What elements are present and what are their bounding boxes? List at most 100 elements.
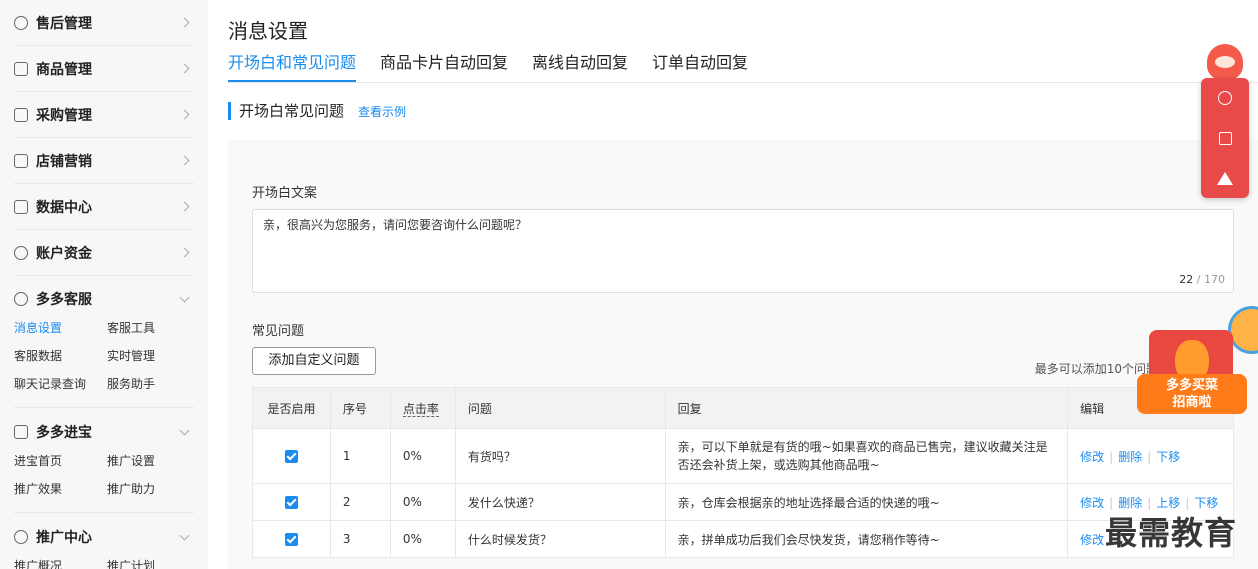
row-reply: 亲，拼单成功后我们会尽快发货，请您稍作等待~: [664, 520, 1069, 558]
sidebar-item-data-center[interactable]: 数据中心: [14, 184, 194, 230]
edit-link[interactable]: 修改: [1080, 450, 1104, 464]
row-index: 2: [329, 483, 391, 521]
divider: [14, 512, 194, 513]
submenu-message-settings[interactable]: 消息设置: [14, 319, 107, 337]
tab-product-card-reply[interactable]: 商品卡片自动回复: [380, 52, 508, 82]
row-rate: 0%: [389, 483, 456, 521]
edit-link[interactable]: 修改: [1080, 533, 1104, 547]
chat-button[interactable]: [1201, 78, 1249, 118]
watermark: 最需教育: [1105, 514, 1238, 552]
row-reply: 亲，可以下单就是有货的哦~如果喜欢的商品已售完，建议收藏关注是否还会补货上架，或…: [664, 428, 1069, 484]
promo-text-1: 多多买菜: [1165, 378, 1218, 393]
enable-checkbox[interactable]: [284, 450, 298, 463]
chevron-right-icon: [179, 63, 190, 74]
bag-icon: [14, 61, 28, 76]
tab-opening-faq[interactable]: 开场白和常见问题: [228, 52, 357, 82]
row-index: 3: [329, 520, 391, 558]
table-row: 3 0% 什么时候发货？ 亲，拼单成功后我们会尽快发货，请您稍作等待~ 修改: [252, 520, 1234, 558]
submenu-realtime[interactable]: 实时管理: [107, 347, 194, 365]
table-row: 2 0% 发什么快递？ 亲，仓库会根据亲的地址选择最合适的快递的哦~ 修改 | 删除…: [252, 483, 1234, 521]
shield-icon: [14, 15, 28, 30]
table-row: 1 0% 有货吗？ 亲，可以下单就是有货的哦~如果喜欢的商品已售完，建议收藏关注…: [252, 428, 1234, 484]
chevron-right-icon: [179, 247, 190, 258]
submenu-chat-history[interactable]: 聊天记录查询: [14, 375, 107, 393]
sidebar-item-marketing[interactable]: 店铺营销: [14, 138, 194, 184]
promo-text-2: 招商啦: [1172, 395, 1212, 410]
move-down-link[interactable]: 下移: [1156, 450, 1180, 464]
promotion-submenu: 推广概况 推广计划: [14, 557, 194, 569]
submenu-promo-overview[interactable]: 推广概况: [14, 557, 107, 569]
row-rate: 0%: [389, 428, 456, 484]
header-question: 问题: [454, 387, 666, 429]
sidebar-item-label: 售后管理: [36, 15, 92, 32]
view-example-link[interactable]: 查看示例: [358, 103, 406, 120]
sidebar-item-customer-service[interactable]: 多多客服: [14, 276, 194, 322]
store-icon: [14, 153, 28, 168]
add-custom-question-button[interactable]: 添加自定义问题: [252, 347, 376, 375]
page-title: 消息设置: [228, 19, 308, 43]
chevron-right-icon: [179, 17, 190, 28]
tab-order-reply[interactable]: 订单自动回复: [652, 52, 748, 82]
tab-offline-reply[interactable]: 离线自动回复: [532, 52, 628, 82]
header-click-rate: 点击率: [389, 387, 456, 429]
row-question: 有货吗？: [454, 428, 666, 484]
sidebar-item-purchasing[interactable]: 采购管理: [14, 92, 194, 138]
chevron-down-icon: [179, 530, 190, 540]
header-enabled: 是否启用: [252, 387, 331, 429]
sidebar-item-label: 多多进宝: [36, 425, 92, 441]
sidebar-item-promotion-center[interactable]: 推广中心: [14, 514, 194, 560]
mascot-icon[interactable]: [1207, 44, 1243, 80]
report-button[interactable]: [1201, 158, 1249, 198]
row-question: 发什么快递？: [454, 483, 666, 521]
row-actions: 修改 | 删除 | 下移: [1067, 428, 1234, 484]
delete-link[interactable]: 删除: [1118, 450, 1142, 464]
opening-label: 开场白文案: [252, 186, 318, 201]
char-count: 22: [1179, 273, 1194, 286]
sidebar-item-label: 店铺营销: [36, 153, 92, 170]
feedback-button[interactable]: [1201, 118, 1249, 158]
enable-checkbox[interactable]: [284, 496, 298, 509]
divider: [14, 407, 194, 408]
floating-toolbar: [1201, 78, 1249, 198]
sidebar-item-funds[interactable]: 账户资金: [14, 230, 194, 276]
section-title: 开场白常见问题: [228, 102, 344, 120]
sidebar: 售后管理 商品管理 采购管理 店铺营销 数据中心 账户资金 多多客服 消息设置 …: [0, 0, 208, 569]
enable-checkbox[interactable]: [284, 533, 298, 546]
warning-icon: [1217, 171, 1233, 185]
chevron-right-icon: [179, 109, 190, 120]
sidebar-item-label: 推广中心: [36, 530, 92, 546]
customer-service-submenu: 消息设置 客服工具 客服数据 实时管理 聊天记录查询 服务助手: [14, 319, 194, 393]
submenu-jinbao-home[interactable]: 进宝首页: [14, 452, 107, 470]
share-icon: [14, 530, 28, 544]
row-rate: 0%: [389, 520, 456, 558]
char-max: / 170: [1193, 273, 1225, 286]
sidebar-item-after-sales[interactable]: 售后管理: [14, 0, 194, 46]
chat-icon: [1218, 91, 1232, 105]
chevron-right-icon: [179, 155, 190, 166]
yen-icon: [14, 245, 28, 260]
tabs-divider: [228, 82, 1258, 83]
faq-label: 常见问题: [252, 324, 305, 339]
row-reply: 亲，仓库会根据亲的地址选择最合适的快递的哦~: [664, 483, 1069, 521]
submenu-service-tools[interactable]: 客服工具: [107, 319, 194, 337]
sidebar-item-products[interactable]: 商品管理: [14, 46, 194, 92]
submenu-promo-effect[interactable]: 推广效果: [14, 480, 107, 498]
edit-link[interactable]: 修改: [1080, 496, 1104, 510]
tab-bar: 开场白和常见问题 商品卡片自动回复 离线自动回复 订单自动回复: [228, 52, 772, 82]
promo-banner[interactable]: 多多买菜 招商啦: [1137, 318, 1247, 418]
sidebar-item-label: 采购管理: [36, 107, 92, 124]
submenu-promo-settings[interactable]: 推广设置: [107, 452, 194, 470]
list-icon: [14, 107, 28, 122]
chevron-down-icon: [179, 425, 190, 435]
opening-text: 亲，很高兴为您服务，请问您要咨询什么问题呢？: [263, 218, 528, 232]
opening-textarea[interactable]: 亲，很高兴为您服务，请问您要咨询什么问题呢？ 22 / 170: [252, 209, 1234, 293]
submenu-promo-plan[interactable]: 推广计划: [107, 557, 194, 569]
row-question: 什么时候发货？: [454, 520, 666, 558]
submenu-service-data[interactable]: 客服数据: [14, 347, 107, 365]
chevron-down-icon: [179, 292, 190, 302]
sidebar-item-label: 多多客服: [36, 292, 92, 308]
submenu-service-assistant[interactable]: 服务助手: [107, 375, 194, 393]
sidebar-item-jinbao[interactable]: 多多进宝: [14, 409, 194, 455]
settings-panel: 开场白文案 亲，很高兴为您服务，请问您要咨询什么问题呢？ 22 / 170 常见…: [228, 140, 1258, 569]
submenu-promo-boost[interactable]: 推广助力: [107, 480, 194, 498]
